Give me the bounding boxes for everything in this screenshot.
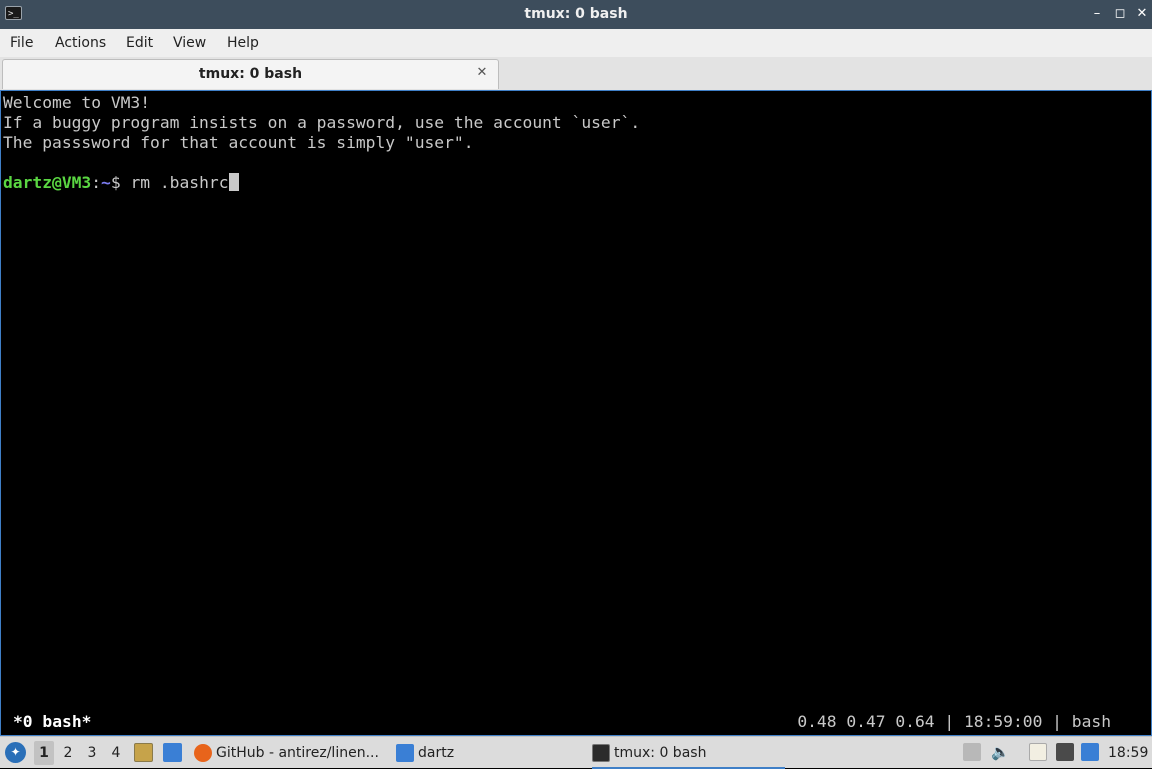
terminal-line: Welcome to VM3! — [3, 93, 151, 112]
menu-file[interactable]: File — [10, 29, 33, 57]
prompt-separator: : — [91, 173, 102, 192]
prompt-user-host: dartz@VM3 — [3, 173, 92, 192]
tab-tmux[interactable]: tmux: 0 bash ✕ — [2, 59, 499, 89]
network-icon[interactable] — [1056, 743, 1074, 761]
start-menu-icon[interactable]: ✦ — [5, 742, 26, 763]
terminal-area[interactable]: Welcome to VM3! If a buggy program insis… — [0, 90, 1152, 736]
command-input[interactable]: rm .bashrc — [130, 173, 228, 192]
notification-icon[interactable] — [1081, 743, 1099, 761]
menu-help[interactable]: Help — [227, 29, 259, 57]
taskbar: ✦ 1 2 3 4 GitHub - antirez/linen... dart… — [0, 736, 1152, 769]
window-title: tmux: 0 bash — [524, 6, 628, 22]
tab-strip: tmux: 0 bash ✕ — [0, 57, 1152, 91]
clock[interactable]: 18:59 — [1108, 737, 1148, 769]
clipboard-icon[interactable] — [1029, 743, 1047, 761]
tray-arrow-icon[interactable] — [963, 743, 981, 761]
desktop-3[interactable]: 3 — [82, 741, 102, 765]
file-manager-icon[interactable] — [134, 743, 153, 762]
tab-close-icon[interactable]: ✕ — [474, 65, 490, 81]
text-cursor — [228, 173, 239, 191]
desktop-2[interactable]: 2 — [58, 741, 78, 765]
tab-label: tmux: 0 bash — [198, 66, 303, 82]
task-label: tmux: 0 bash — [614, 745, 707, 761]
prompt-line: dartz@VM3:~$ rm .bashrc — [3, 173, 239, 193]
menu-actions[interactable]: Actions — [55, 29, 106, 57]
task-label: GitHub - antirez/linen... — [216, 745, 379, 761]
menu-edit[interactable]: Edit — [126, 29, 153, 57]
task-dartz[interactable]: dartz — [396, 739, 566, 767]
desktop-1[interactable]: 1 — [34, 741, 54, 765]
show-desktop-icon[interactable] — [163, 743, 182, 762]
close-icon[interactable]: ✕ — [1134, 6, 1150, 22]
volume-icon[interactable]: 🔈 — [991, 743, 1010, 761]
tmux-window-status: *0 bash* — [13, 712, 92, 731]
terminal-icon — [592, 744, 610, 762]
menu-bar: File Actions Edit View Help — [0, 29, 1152, 57]
task-firefox[interactable]: GitHub - antirez/linen... — [194, 739, 384, 767]
task-tmux[interactable]: tmux: 0 bash — [592, 739, 785, 769]
terminal-line: If a buggy program insists on a password… — [3, 113, 641, 132]
window-titlebar[interactable]: >_ tmux: 0 bash – ◻ ✕ — [0, 0, 1152, 30]
prompt-path: ~ — [101, 173, 111, 192]
tmux-status-right: 0.48 0.47 0.64 | 18:59:00 | bash — [797, 712, 1111, 731]
terminal-line: The passsword for that account is simply… — [3, 133, 474, 152]
menu-view[interactable]: View — [173, 29, 206, 57]
folder-icon — [396, 744, 414, 762]
task-label: dartz — [418, 745, 455, 761]
desktop-4[interactable]: 4 — [106, 741, 126, 765]
minimize-icon[interactable]: – — [1089, 6, 1105, 22]
maximize-icon[interactable]: ◻ — [1112, 6, 1128, 22]
prompt-symbol: $ — [110, 173, 131, 192]
firefox-icon — [194, 744, 212, 762]
